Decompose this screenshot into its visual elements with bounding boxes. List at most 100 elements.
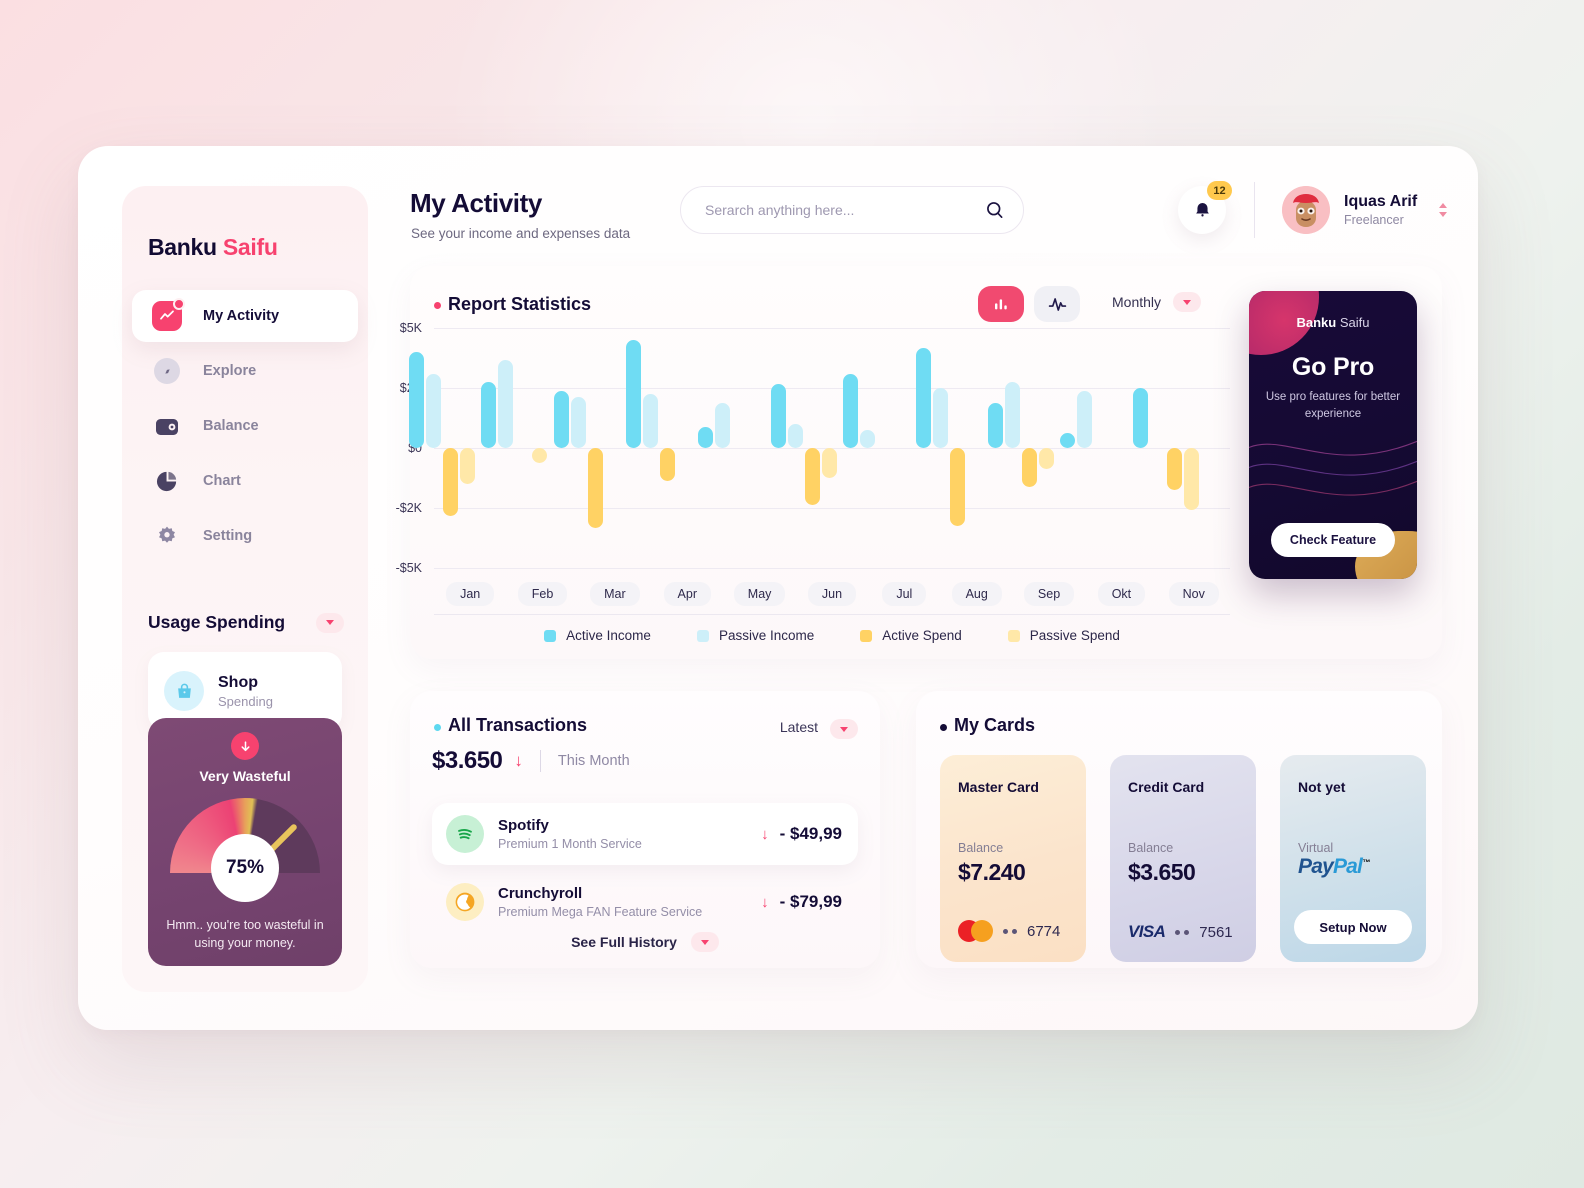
chart-bar xyxy=(498,360,514,448)
x-axis-month-pill[interactable]: Okt xyxy=(1097,582,1146,606)
see-full-history-label: See Full History xyxy=(571,934,677,950)
transactions-summary: $3.650 ↓ This Month xyxy=(432,747,630,775)
my-cards-card: My Cards Master Card Balance $7.240 6774… xyxy=(916,691,1442,968)
section-dot-icon xyxy=(434,302,441,309)
transactions-amount: $3.650 xyxy=(432,747,503,774)
card-number: 6774 xyxy=(1027,922,1061,940)
table-row[interactable]: Crunchyroll Premium Mega FAN Feature Ser… xyxy=(432,871,858,933)
x-axis-month-pill[interactable]: Aug xyxy=(951,582,1002,606)
x-axis-month-pill[interactable]: Jan xyxy=(446,582,495,606)
legend-item: Passive Income xyxy=(696,628,815,643)
chart-bar xyxy=(532,448,548,463)
chevron-down-icon xyxy=(840,726,848,732)
spotify-icon xyxy=(446,815,484,853)
chart-bar xyxy=(770,384,786,448)
x-axis-month-pill[interactable]: Mar xyxy=(590,582,640,606)
go-pro-promo-card[interactable]: Banku Saifu Go Pro Use pro features for … xyxy=(1249,291,1417,579)
user-profile[interactable]: Iquas Arif Freelancer xyxy=(1282,186,1448,234)
chart-bar xyxy=(987,403,1003,448)
x-axis-month-pill[interactable]: Sep xyxy=(1023,582,1075,606)
period-selector[interactable]: Monthly xyxy=(1112,292,1202,312)
x-axis-month-pill[interactable]: Feb xyxy=(517,582,568,606)
sidebar-item-chart[interactable]: Chart xyxy=(132,455,358,507)
sidebar-item-label: Explore xyxy=(203,363,257,379)
brand-first: Banku xyxy=(148,234,217,260)
chart-bars xyxy=(409,328,1230,568)
x-axis-month-pill[interactable]: Jun xyxy=(807,582,857,606)
chart-bar xyxy=(460,448,475,484)
card-credit[interactable]: Credit Card Balance $3.650 VISA 7561 xyxy=(1110,755,1256,962)
shop-name: Shop xyxy=(218,673,258,691)
y-axis-tick: $5K xyxy=(399,321,422,335)
sidebar-item-explore[interactable]: Explore xyxy=(132,345,358,397)
line-chart-icon[interactable] xyxy=(1034,286,1080,322)
chart-bar xyxy=(626,340,642,448)
transaction-name: Crunchyroll xyxy=(498,885,583,902)
card-master[interactable]: Master Card Balance $7.240 6774 xyxy=(940,755,1086,962)
header-divider xyxy=(1254,182,1255,238)
shop-subtitle: Spending xyxy=(218,693,273,709)
promo-brand-first: Banku xyxy=(1296,315,1337,330)
setup-now-button[interactable]: Setup Now xyxy=(1294,910,1412,944)
chart-bar xyxy=(698,427,714,448)
legend-item: Active Spend xyxy=(860,628,962,643)
section-dot-icon xyxy=(940,724,947,731)
user-name: Iquas Arif xyxy=(1344,193,1418,210)
transaction-desc: Premium Mega FAN Feature Service xyxy=(498,905,703,919)
transactions-sort-label[interactable]: Latest xyxy=(780,719,818,735)
card-paypal[interactable]: Not yet Virtual PayPal™ Setup Now xyxy=(1280,755,1426,962)
transaction-amount-group: ↓ - $79,99 xyxy=(761,892,842,912)
bar-chart-icon[interactable] xyxy=(978,286,1024,322)
chart-bar xyxy=(1077,391,1093,448)
usage-spending-dropdown[interactable] xyxy=(316,612,344,633)
spending-note: Hmm.. you're too wasteful in using your … xyxy=(166,918,324,951)
activity-icon xyxy=(152,298,185,331)
notifications[interactable]: 12 xyxy=(1178,181,1232,234)
legend-label: Active Spend xyxy=(882,628,962,643)
search-icon[interactable] xyxy=(985,200,1005,220)
search-input[interactable] xyxy=(705,202,985,218)
sidebar-item-setting[interactable]: Setting xyxy=(132,510,358,562)
x-axis-month-pill[interactable]: Nov xyxy=(1168,582,1219,606)
search-bar[interactable] xyxy=(680,186,1024,234)
x-axis-month-pill[interactable]: Jul xyxy=(882,582,927,606)
app-window: Banku Saifu My Activity Explore Balance … xyxy=(78,146,1478,1030)
transactions-sort-dropdown[interactable] xyxy=(830,719,858,739)
compass-icon xyxy=(152,356,182,386)
legend-label: Passive Income xyxy=(718,628,815,643)
check-feature-button[interactable]: Check Feature xyxy=(1271,523,1395,557)
chart-bar-group xyxy=(698,328,795,568)
profile-selector-icon[interactable] xyxy=(1439,203,1448,217)
chart-bar xyxy=(821,448,837,478)
legend-item: Passive Spend xyxy=(1007,628,1120,643)
card-name: Not yet xyxy=(1298,779,1346,795)
chart-bar xyxy=(932,388,948,448)
sidebar-item-label: Setting xyxy=(203,528,253,544)
usage-spending-header: Usage Spending xyxy=(148,612,344,633)
see-full-history-dropdown[interactable] xyxy=(690,932,719,952)
promo-heading: Go Pro xyxy=(1291,353,1375,381)
chart-bar xyxy=(481,382,497,448)
chart-bar xyxy=(587,448,603,528)
report-title: Report Statistics xyxy=(448,294,592,314)
sidebar-item-balance[interactable]: Balance xyxy=(132,400,358,452)
see-full-history-button[interactable]: See Full History xyxy=(410,932,880,952)
chart-bar xyxy=(1004,382,1020,448)
table-row[interactable]: Spotify Premium 1 Month Service ↓ - $49,… xyxy=(432,803,858,865)
chart-bar xyxy=(1183,448,1199,510)
cards-list: Master Card Balance $7.240 6774 Credit C… xyxy=(940,755,1426,962)
promo-text: Use pro features for better experience xyxy=(1265,391,1401,420)
legend-swatch-icon xyxy=(696,629,709,642)
spending-gauge-card: Very Wasteful 75% Hmm.. you're too waste… xyxy=(148,718,342,966)
transaction-amount: - $79,99 xyxy=(779,892,842,911)
x-axis-month-pill[interactable]: Apr xyxy=(663,582,711,606)
x-axis-month-labels: Jan Feb Mar Apr May Jun Jul Aug Sep Okt Nov xyxy=(434,582,1230,606)
card-footer: VISA 7561 xyxy=(1128,922,1233,942)
chart-divider xyxy=(434,614,1230,615)
x-axis-month-pill[interactable]: May xyxy=(733,582,786,606)
period-dropdown[interactable] xyxy=(1173,292,1202,312)
legend-label: Passive Spend xyxy=(1029,628,1120,643)
crunchyroll-icon xyxy=(446,883,484,921)
sidebar-item-my-activity[interactable]: My Activity xyxy=(132,290,358,342)
chart-bar xyxy=(843,374,859,448)
